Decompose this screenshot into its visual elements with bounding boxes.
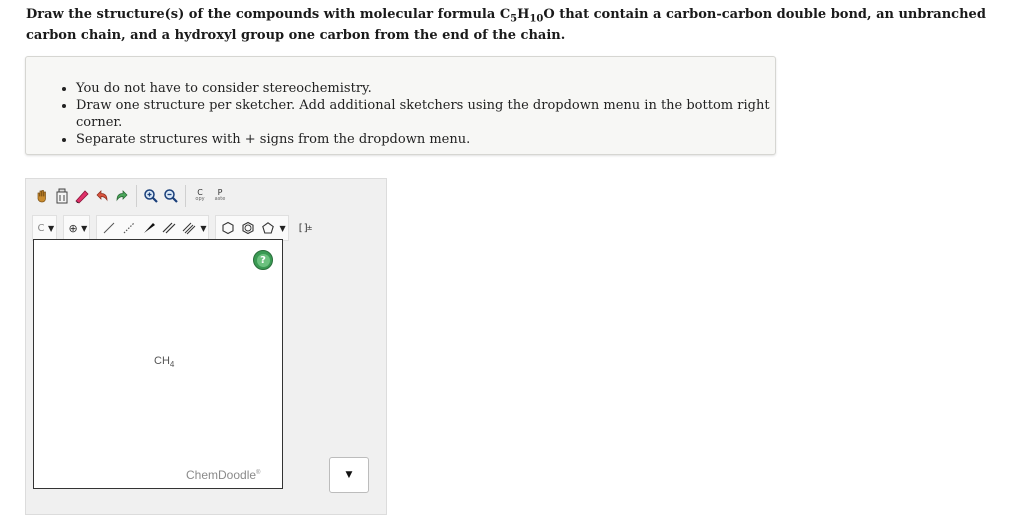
question-part: Draw the structure(s) of the compounds w… xyxy=(26,7,511,22)
toolbar-row-1: C opy P aste xyxy=(32,185,230,207)
watermark-text: ChemDoodle xyxy=(186,468,257,482)
element-label: C xyxy=(37,222,45,234)
instructions-panel: You do not have to consider stereochemis… xyxy=(25,56,776,155)
question-text: Draw the structure(s) of the compounds w… xyxy=(26,4,1016,46)
help-icon[interactable]: ? xyxy=(253,250,273,270)
molecule-text: CH xyxy=(154,355,170,367)
erase-icon[interactable] xyxy=(52,185,72,207)
template-label: [ ] xyxy=(298,222,308,234)
double-bond-icon[interactable] xyxy=(159,217,179,239)
single-bond-icon[interactable] xyxy=(99,217,119,239)
instruction-item: Draw one structure per sketcher. Add add… xyxy=(76,97,775,131)
chevron-down-icon: ▼ xyxy=(48,223,55,233)
benzene-icon[interactable] xyxy=(238,217,258,239)
bond-selector[interactable]: ▼ xyxy=(96,215,210,241)
paste-icon[interactable]: P aste xyxy=(210,185,230,207)
hand-icon[interactable] xyxy=(32,185,52,207)
chevron-down-icon: ▼ xyxy=(279,223,286,233)
clear-icon[interactable] xyxy=(72,185,92,207)
molecule-subscript: 4 xyxy=(169,360,175,370)
chevron-down-icon: ▼ xyxy=(345,470,353,480)
instruction-item: You do not have to consider stereochemis… xyxy=(76,80,775,97)
zoom-in-icon[interactable] xyxy=(141,185,161,207)
chevron-down-icon: ▼ xyxy=(200,223,207,233)
instructions-list: You do not have to consider stereochemis… xyxy=(26,57,775,148)
drawing-canvas[interactable]: ? CH4 ChemDoodle® xyxy=(33,239,283,489)
question-part: H xyxy=(517,7,530,22)
paste-label: P xyxy=(217,188,223,197)
chemdoodle-logo: ChemDoodle® xyxy=(186,468,260,482)
charge-selector[interactable]: ⊕ ▼ xyxy=(63,215,91,241)
toolbar-row-2: C ▼ ⊕ ▼ ▼ ▼ [ ] ± xyxy=(32,215,317,241)
copy-label-small: opy xyxy=(195,196,205,202)
registered-mark: ® xyxy=(256,470,261,476)
charge-icon: ⊕ xyxy=(68,221,78,235)
undo-icon[interactable] xyxy=(92,185,112,207)
cyclopentane-icon[interactable] xyxy=(258,217,278,239)
zoom-out-icon[interactable] xyxy=(161,185,181,207)
copy-icon[interactable]: C opy xyxy=(190,185,210,207)
toolbar-divider xyxy=(136,185,137,207)
chemdoodle-sketcher: C opy P aste C ▼ ⊕ ▼ ▼ ▼ [] ± ? CH4 Che… xyxy=(25,178,387,515)
wedge-bond-icon[interactable] xyxy=(139,217,159,239)
element-selector[interactable]: C ▼ xyxy=(32,215,58,241)
sketcher-dropdown[interactable]: ▼ xyxy=(329,457,369,493)
template-bracket-icon[interactable]: [ ] ± xyxy=(295,217,317,239)
redo-icon[interactable] xyxy=(112,185,132,207)
chevron-down-icon: ▼ xyxy=(81,223,88,233)
ring-selector[interactable]: ▼ xyxy=(215,215,289,241)
formula-subscript: 10 xyxy=(529,13,544,25)
dashed-bond-icon[interactable] xyxy=(119,217,139,239)
cyclohexane-icon[interactable] xyxy=(218,217,238,239)
template-sup: ± xyxy=(306,224,313,232)
instruction-item: Separate structures with + signs from th… xyxy=(76,131,775,148)
help-label: ? xyxy=(256,253,270,267)
molecule-label[interactable]: CH4 xyxy=(154,355,174,369)
paste-label-small: aste xyxy=(214,196,226,202)
toolbar-divider xyxy=(185,185,186,207)
copy-label: C xyxy=(197,188,203,197)
triple-bond-icon[interactable] xyxy=(179,217,199,239)
